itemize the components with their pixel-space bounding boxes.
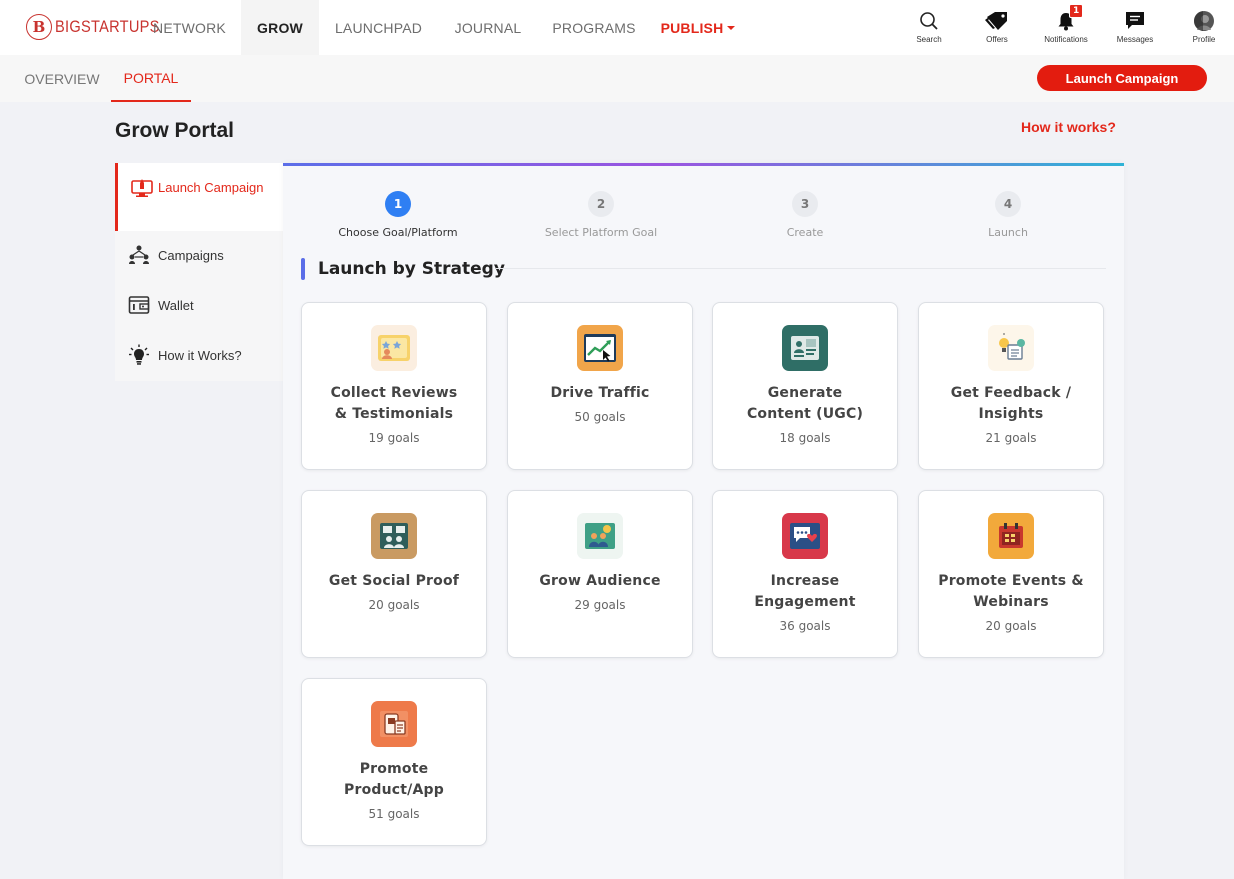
card-title: Drive Traffic	[550, 385, 650, 401]
section-title: Launch by Strategy	[318, 259, 505, 279]
page-title: Grow Portal	[115, 119, 235, 142]
tab-portal[interactable]: PORTAL	[111, 55, 191, 102]
strategy-card-product[interactable]: Promote Product/App 51 goals	[301, 678, 487, 846]
card-goals: 50 goals	[574, 410, 626, 424]
step-label: Create	[786, 226, 824, 239]
strategy-card-engagement[interactable]: Increase Engagement 36 goals	[712, 490, 898, 658]
how-it-works-link[interactable]: How it works?	[1021, 119, 1116, 135]
nav-launchpad[interactable]: LAUNCHPAD	[322, 0, 435, 55]
nav-grow[interactable]: GROW	[241, 0, 319, 55]
card-title: Promote Product/App	[344, 761, 444, 798]
reviews-icon	[371, 325, 417, 371]
step-number: 2	[588, 191, 614, 217]
nav-journal[interactable]: JOURNAL	[440, 0, 536, 55]
sidebar-item-label: Launch Campaign	[158, 180, 264, 195]
profile-button[interactable]: Profile	[1174, 10, 1234, 46]
card-goals: 29 goals	[574, 598, 626, 612]
tag-icon	[985, 10, 1009, 32]
panel-accent-bar	[283, 163, 1124, 166]
card-goals: 36 goals	[779, 619, 831, 633]
strategy-card-events[interactable]: Promote Events & Webinars 20 goals	[918, 490, 1104, 658]
strategy-card-feedback[interactable]: Get Feedback / Insights 21 goals	[918, 302, 1104, 470]
profile-label: Profile	[1192, 35, 1216, 44]
section-heading: Launch by Strategy	[301, 258, 505, 280]
step-label: Select Platform Goal	[544, 226, 658, 239]
launch-campaign-button[interactable]: Launch Campaign	[1037, 65, 1207, 91]
messages-button[interactable]: Messages	[1105, 10, 1165, 46]
sub-navigation: OVERVIEW PORTAL Launch Campaign	[0, 55, 1234, 102]
calendar-event-icon	[988, 513, 1034, 559]
step-3: 3 Create	[715, 191, 895, 239]
search-button[interactable]: Search	[899, 10, 959, 46]
card-goals: 20 goals	[985, 619, 1037, 633]
logo-mark-icon: B	[26, 14, 52, 40]
tab-overview[interactable]: OVERVIEW	[14, 55, 110, 102]
bell-icon: 1	[1056, 4, 1084, 32]
content-board-icon	[782, 325, 828, 371]
sidebar-item-label: Wallet	[158, 297, 194, 313]
feedback-icon	[988, 325, 1034, 371]
sidebar: Launch Campaign Campaigns Wallet How it …	[115, 163, 283, 381]
sidebar-item-wallet[interactable]: Wallet	[115, 285, 283, 325]
nav-publish[interactable]: PUBLISH	[652, 0, 744, 55]
sidebar-item-label: Campaigns	[158, 247, 224, 263]
strategy-card-ugc[interactable]: Generate Content (UGC) 18 goals	[712, 302, 898, 470]
chat-icon	[1125, 10, 1145, 32]
notifications-button[interactable]: 1 Notifications	[1036, 4, 1096, 46]
offers-label: Offers	[986, 35, 1008, 44]
search-icon	[919, 10, 939, 32]
card-goals: 21 goals	[985, 431, 1037, 445]
avatar-icon	[1194, 10, 1214, 32]
wallet-icon	[128, 294, 150, 316]
product-app-icon	[371, 701, 417, 747]
section-accent	[301, 258, 305, 280]
step-number: 4	[995, 191, 1021, 217]
audience-icon	[577, 513, 623, 559]
sidebar-item-campaigns[interactable]: Campaigns	[115, 235, 283, 275]
card-title: Get Social Proof	[328, 573, 460, 589]
step-label: Launch	[988, 226, 1028, 239]
card-title: Grow Audience	[539, 573, 661, 589]
sidebar-item-launch-campaign[interactable]: Launch Campaign	[115, 163, 283, 231]
offers-button[interactable]: Offers	[967, 10, 1027, 46]
top-navigation: B BIGSTARTUPS NETWORK GROW LAUNCHPAD JOU…	[0, 0, 1234, 55]
monitor-rocket-icon	[131, 177, 153, 199]
chevron-down-icon	[727, 25, 736, 30]
strategy-card-social-proof[interactable]: Get Social Proof 20 goals	[301, 490, 487, 658]
search-label: Search	[916, 35, 942, 44]
nav-publish-label: PUBLISH	[660, 19, 724, 36]
step-number: 1	[385, 191, 411, 217]
sidebar-item-label: How it Works?	[158, 347, 242, 363]
strategy-card-reviews[interactable]: Collect Reviews & Testimonials 19 goals	[301, 302, 487, 470]
network-people-icon	[128, 244, 150, 266]
nav-programs[interactable]: PROGRAMS	[542, 0, 646, 55]
card-goals: 18 goals	[779, 431, 831, 445]
engagement-icon	[782, 513, 828, 559]
card-title: Promote Events & Webinars	[938, 573, 1084, 610]
card-title: Generate Content (UGC)	[746, 385, 864, 422]
card-title: Collect Reviews & Testimonials	[330, 385, 458, 422]
card-title: Increase Engagement	[754, 573, 856, 610]
card-title: Get Feedback / Insights	[950, 385, 1072, 422]
card-goals: 20 goals	[368, 598, 420, 612]
step-2: 2 Select Platform Goal	[511, 191, 691, 239]
section-divider	[496, 268, 1106, 269]
nav-network[interactable]: NETWORK	[141, 0, 238, 55]
notifications-badge: 1	[1069, 4, 1084, 18]
lightbulb-icon	[128, 344, 150, 366]
step-1: 1 Choose Goal/Platform	[308, 191, 488, 239]
strategy-card-audience[interactable]: Grow Audience 29 goals	[507, 490, 693, 658]
step-label: Choose Goal/Platform	[338, 226, 458, 239]
step-number: 3	[792, 191, 818, 217]
messages-label: Messages	[1116, 35, 1154, 44]
launch-panel: 1 Choose Goal/Platform 2 Select Platform…	[283, 163, 1124, 879]
social-proof-icon	[371, 513, 417, 559]
card-goals: 19 goals	[368, 431, 420, 445]
traffic-chart-icon	[577, 325, 623, 371]
card-goals: 51 goals	[368, 807, 420, 821]
step-4: 4 Launch	[918, 191, 1098, 239]
sidebar-item-how-it-works[interactable]: How it Works?	[115, 335, 283, 375]
strategy-card-traffic[interactable]: Drive Traffic 50 goals	[507, 302, 693, 470]
notifications-label: Notifications	[1044, 35, 1088, 44]
